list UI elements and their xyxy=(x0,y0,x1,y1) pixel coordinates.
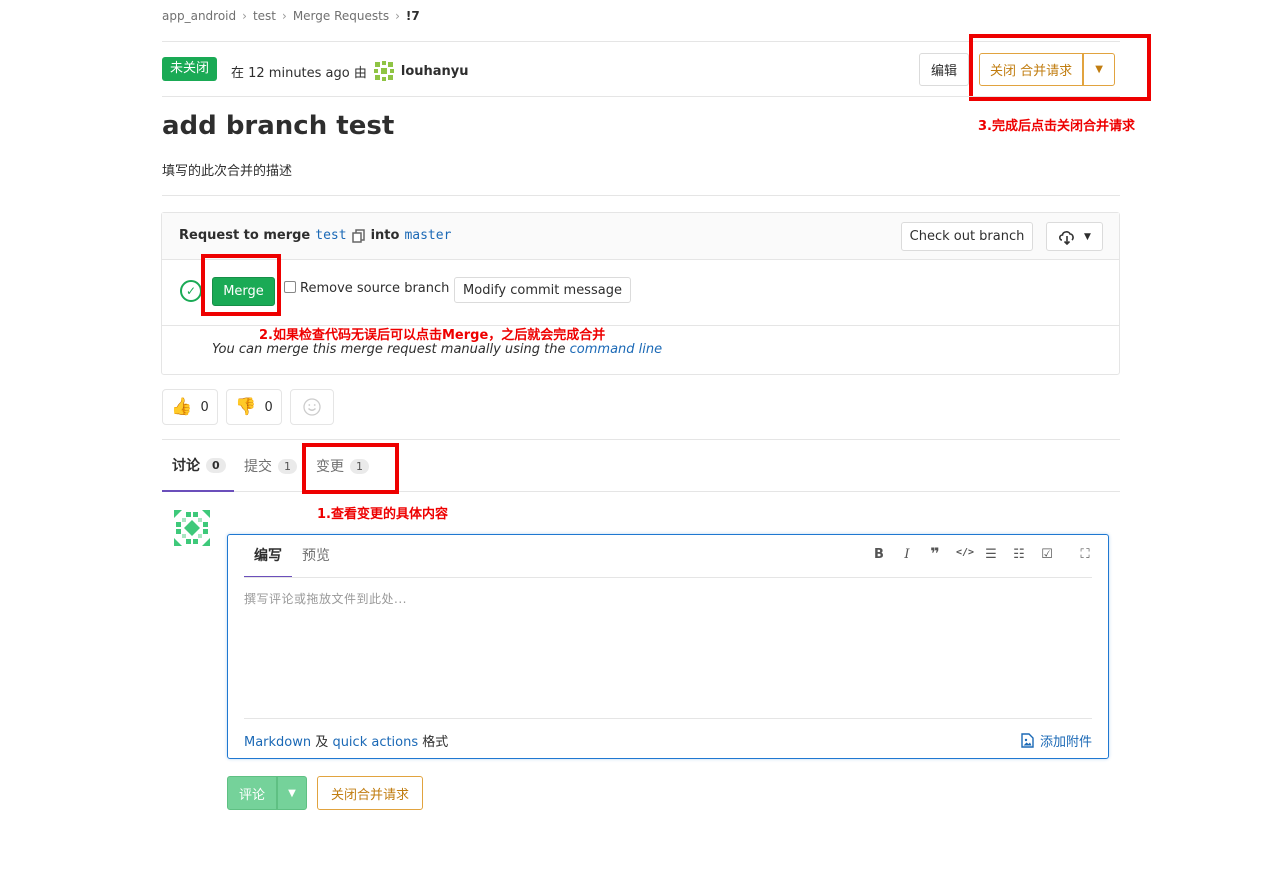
breadcrumb-current[interactable]: !7 xyxy=(406,9,420,23)
thumbsup-button[interactable]: 👍 0 xyxy=(162,389,218,425)
numbered-list-icon[interactable]: ☷ xyxy=(1012,547,1026,562)
annotation-step2: 2.如果检查代码无误后可以点击Merge，之后就会完成合并 xyxy=(259,328,606,343)
check-circle-icon: ✓ xyxy=(180,280,202,302)
close-mr-bottom-button[interactable]: 关闭合并请求 xyxy=(317,776,423,810)
thumbsup-count: 0 xyxy=(200,399,209,415)
and-text: 及 xyxy=(315,735,329,750)
into-label: into xyxy=(370,228,400,243)
divider xyxy=(244,718,1092,719)
smiley-icon xyxy=(303,398,321,416)
thumbsdown-count: 0 xyxy=(264,399,273,415)
page-title: add branch test xyxy=(162,111,395,141)
quote-icon[interactable]: ❞ xyxy=(928,546,942,562)
copy-icon[interactable] xyxy=(351,228,366,243)
comment-editor: 编写 预览 B I ❞ </> ☰ ☷ ☑ ⛶ 撰写评论或拖放文件到此处... … xyxy=(227,534,1109,759)
tab-commits[interactable]: 提交 1 xyxy=(244,440,297,492)
caret-down-icon[interactable]: ▼ xyxy=(277,776,307,810)
task-list-icon[interactable]: ☑ xyxy=(1040,547,1054,562)
checkout-branch-button[interactable]: Check out branch xyxy=(901,222,1033,251)
merge-widget-header: Request to merge test into master Check … xyxy=(162,213,1119,260)
cloud-download-icon xyxy=(1059,230,1074,245)
thumbsdown-button[interactable]: 👎 0 xyxy=(226,389,282,425)
markdown-toolbar: B I ❞ </> ☰ ☷ ☑ ⛶ xyxy=(872,546,1092,563)
edit-button[interactable]: 编辑 xyxy=(919,53,969,86)
tab-label: 提交 xyxy=(244,459,272,475)
annotation-box-2 xyxy=(201,254,281,316)
annotation-box-3 xyxy=(969,34,1151,101)
merge-request-info: Request to merge test into master xyxy=(179,228,451,243)
markdown-link[interactable]: Markdown xyxy=(244,735,311,750)
annotation-box-1 xyxy=(302,443,399,494)
author-link[interactable]: louhanyu xyxy=(401,64,469,79)
mr-description: 填写的此次合并的描述 xyxy=(162,164,293,179)
merge-actions-row: ✓ Merge Remove source branch Modify comm… xyxy=(162,260,1119,326)
target-branch[interactable]: master xyxy=(404,228,451,243)
markdown-help: Markdown 及 quick actions 格式 xyxy=(244,731,448,750)
modify-commit-button[interactable]: Modify commit message xyxy=(454,277,631,303)
remove-source-checkbox[interactable] xyxy=(284,281,296,293)
format-text: 格式 xyxy=(422,735,449,750)
download-dropdown[interactable]: ▼ xyxy=(1046,222,1103,251)
meta-time: 在 12 minutes ago 由 xyxy=(231,65,367,81)
attach-file-button[interactable]: 添加附件 xyxy=(1021,731,1092,750)
tab-write[interactable]: 编写 xyxy=(244,545,292,578)
tab-count: 1 xyxy=(278,458,297,474)
request-prefix: Request to merge xyxy=(179,228,311,243)
manual-merge-text: You can merge this merge request manuall… xyxy=(212,342,662,357)
merge-widget: Request to merge test into master Check … xyxy=(161,212,1120,375)
annotation-step1: 1.查看变更的具体内容 xyxy=(317,507,448,522)
quick-actions-link[interactable]: quick actions xyxy=(332,735,418,750)
chevron-right-icon: › xyxy=(242,9,247,23)
manual-text: You can merge this merge request manuall… xyxy=(212,342,566,357)
command-line-link[interactable]: command line xyxy=(570,342,662,357)
annotation-step3: 3.完成后点击关闭合并请求 xyxy=(978,119,1135,134)
bold-icon[interactable]: B xyxy=(872,547,886,562)
divider xyxy=(244,577,1092,578)
fullscreen-icon[interactable]: ⛶ xyxy=(1078,547,1092,562)
divider xyxy=(162,96,1120,97)
comment-dropdown: 评论 ▼ xyxy=(227,776,307,810)
divider xyxy=(162,195,1120,196)
breadcrumb: app_android › test › Merge Requests › !7 xyxy=(162,9,420,23)
breadcrumb-merge-requests[interactable]: Merge Requests xyxy=(293,9,389,23)
mr-meta: 在 12 minutes ago 由 louhanyu xyxy=(231,60,469,82)
source-branch[interactable]: test xyxy=(315,228,346,243)
breadcrumb-project[interactable]: app_android xyxy=(162,9,236,23)
attach-label: 添加附件 xyxy=(1039,735,1092,750)
avatar-icon[interactable] xyxy=(372,60,395,82)
tab-label: 讨论 xyxy=(172,458,200,474)
add-reaction-button[interactable] xyxy=(290,389,334,425)
bullet-list-icon[interactable]: ☰ xyxy=(984,547,998,562)
status-badge: 未关闭 xyxy=(162,57,218,81)
thumbsup-icon: 👍 xyxy=(171,397,193,417)
tab-count: 0 xyxy=(206,457,226,473)
comment-button[interactable]: 评论 xyxy=(227,776,277,810)
chevron-right-icon: › xyxy=(395,9,400,23)
remove-source-label[interactable]: Remove source branch xyxy=(300,281,449,296)
caret-down-icon: ▼ xyxy=(1084,231,1091,242)
image-file-icon xyxy=(1021,733,1034,748)
comment-textarea[interactable]: 撰写评论或拖放文件到此处... xyxy=(244,590,407,607)
chevron-right-icon: › xyxy=(282,9,287,23)
tab-discussion[interactable]: 讨论 0 xyxy=(162,440,234,492)
breadcrumb-branch[interactable]: test xyxy=(253,9,276,23)
avatar[interactable] xyxy=(172,508,212,548)
thumbsdown-icon: 👎 xyxy=(235,397,257,417)
code-icon[interactable]: </> xyxy=(956,547,974,562)
italic-icon[interactable]: I xyxy=(900,547,914,562)
tab-preview[interactable]: 预览 xyxy=(292,545,340,578)
